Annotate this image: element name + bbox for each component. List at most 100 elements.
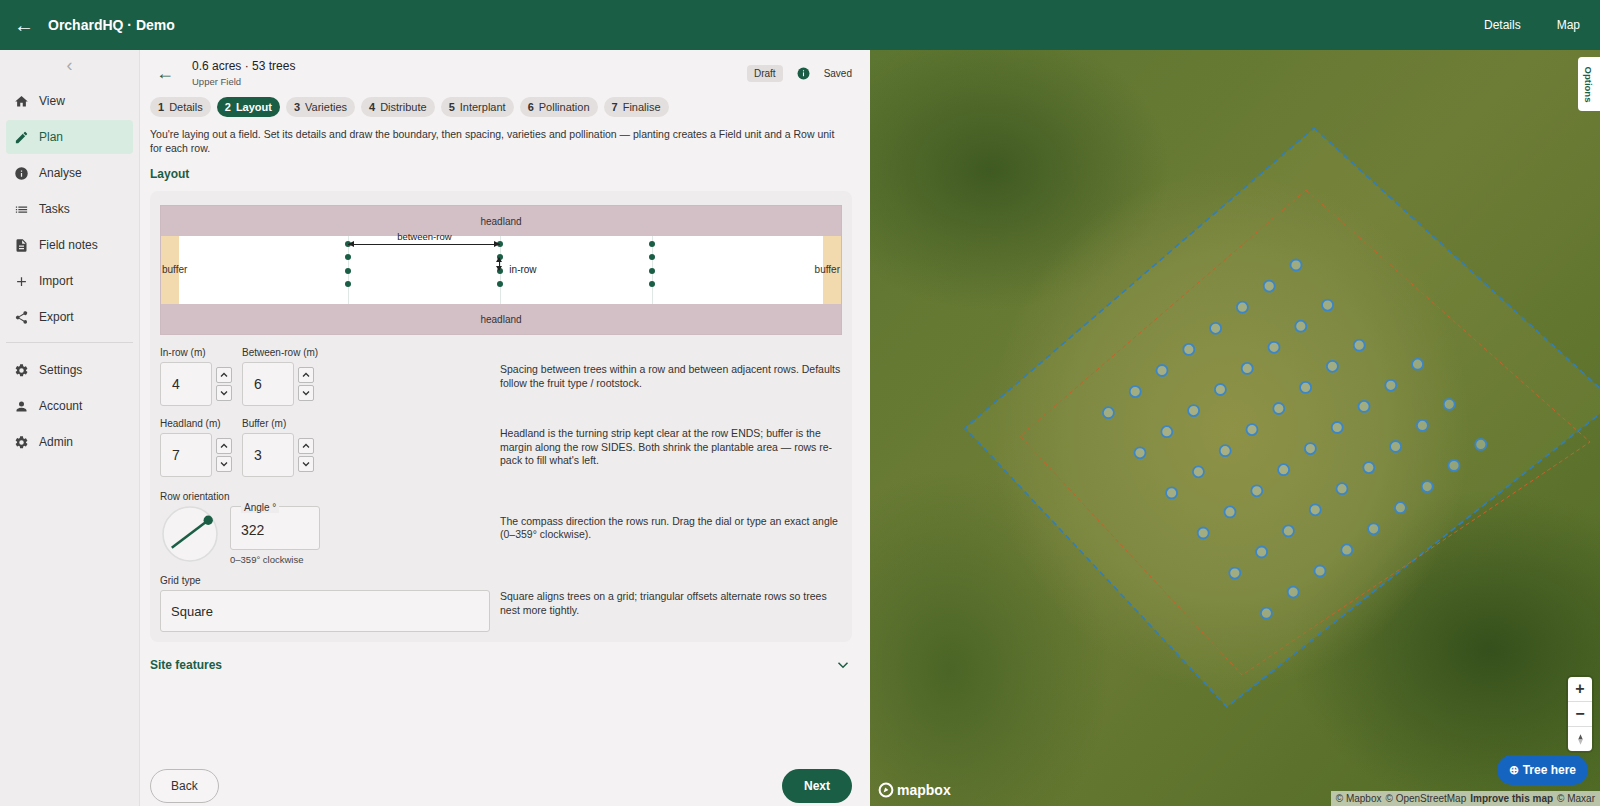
- sidebar-item[interactable]: Settings: [6, 353, 133, 387]
- angle-input[interactable]: Angle °322: [230, 506, 320, 550]
- tree-marker[interactable]: [1337, 483, 1348, 494]
- tree-here-button[interactable]: ⊕Tree here: [1497, 755, 1588, 785]
- back-arrow-icon[interactable]: ←: [156, 63, 178, 84]
- tree-marker[interactable]: [1354, 340, 1365, 351]
- next-button[interactable]: Next: [782, 769, 852, 803]
- map-view[interactable]: Options+−⊕Tree heremapbox© Mapbox© OpenS…: [870, 50, 1600, 806]
- tree-marker[interactable]: [1444, 399, 1455, 410]
- site-features-toggle[interactable]: Site features: [150, 656, 852, 674]
- sidebar-item[interactable]: Import: [6, 264, 133, 298]
- tree-marker[interactable]: [1198, 528, 1209, 539]
- in-row-label: in-row: [509, 264, 536, 275]
- tree-marker[interactable]: [1295, 321, 1306, 332]
- step-tab[interactable]: 6Pollination: [520, 97, 598, 117]
- tree-marker[interactable]: [1264, 281, 1275, 292]
- increment-button[interactable]: [298, 367, 314, 383]
- sidebar-item[interactable]: Field notes: [6, 228, 133, 262]
- tree-marker[interactable]: [1157, 365, 1168, 376]
- decrement-button[interactable]: [298, 385, 314, 401]
- top-nav-link[interactable]: Map: [1557, 18, 1580, 32]
- number-input[interactable]: 4: [160, 362, 212, 406]
- tree-marker[interactable]: [1247, 424, 1258, 435]
- step-tab[interactable]: 5Interplant: [441, 97, 514, 117]
- tree-marker[interactable]: [1341, 544, 1352, 555]
- tree-marker[interactable]: [1273, 403, 1284, 414]
- tree-marker[interactable]: [1278, 464, 1289, 475]
- sidebar-item[interactable]: Analyse: [6, 156, 133, 190]
- collapse-button[interactable]: ‹: [6, 56, 133, 78]
- tree-marker[interactable]: [1288, 587, 1299, 598]
- sidebar-item[interactable]: Tasks: [6, 192, 133, 226]
- tree-marker[interactable]: [1363, 462, 1374, 473]
- tree-marker[interactable]: [1291, 260, 1302, 271]
- decrement-button[interactable]: [216, 456, 232, 472]
- sidebar-item[interactable]: Plan: [6, 120, 133, 154]
- increment-button[interactable]: [298, 438, 314, 454]
- orientation-dial[interactable]: [162, 506, 218, 562]
- step-tab[interactable]: 1Details: [150, 97, 211, 117]
- decrement-button[interactable]: [216, 385, 232, 401]
- tree-marker[interactable]: [1390, 441, 1401, 452]
- step-tab[interactable]: 3Varieties: [286, 97, 355, 117]
- tree-marker[interactable]: [1229, 568, 1240, 579]
- tree-marker[interactable]: [1359, 401, 1370, 412]
- tree-marker[interactable]: [1251, 485, 1262, 496]
- tree-marker[interactable]: [1385, 380, 1396, 391]
- tree-marker[interactable]: [1183, 344, 1194, 355]
- tree-marker[interactable]: [1283, 525, 1294, 536]
- tree-marker[interactable]: [1261, 608, 1272, 619]
- number-input[interactable]: 6: [242, 362, 294, 406]
- tree-marker[interactable]: [1332, 422, 1343, 433]
- tree-marker[interactable]: [1368, 523, 1379, 534]
- back-button[interactable]: Back: [150, 769, 219, 803]
- tree-marker[interactable]: [1315, 566, 1326, 577]
- tree-marker[interactable]: [1475, 439, 1486, 450]
- tree-marker[interactable]: [1269, 342, 1280, 353]
- field-boundary[interactable]: [965, 128, 1600, 707]
- tree-marker[interactable]: [1256, 547, 1267, 558]
- decrement-button[interactable]: [298, 456, 314, 472]
- number-input[interactable]: 3: [242, 433, 294, 477]
- sidebar-item[interactable]: View: [6, 84, 133, 118]
- grid-type-select[interactable]: Square: [160, 590, 490, 632]
- tree-marker[interactable]: [1449, 460, 1460, 471]
- top-nav-link[interactable]: Details: [1484, 18, 1521, 32]
- tree-marker[interactable]: [1130, 386, 1141, 397]
- tree-marker[interactable]: [1161, 426, 1172, 437]
- compass-button[interactable]: [1568, 727, 1592, 751]
- back-arrow-icon[interactable]: ←: [14, 14, 34, 37]
- tree-marker[interactable]: [1237, 302, 1248, 313]
- step-tab[interactable]: 2Layout: [217, 97, 280, 117]
- sidebar-item[interactable]: Account: [6, 389, 133, 423]
- tree-marker[interactable]: [1395, 502, 1406, 513]
- tree-marker[interactable]: [1322, 300, 1333, 311]
- info-icon[interactable]: [797, 67, 810, 80]
- tree-marker[interactable]: [1417, 420, 1428, 431]
- tree-marker[interactable]: [1215, 384, 1226, 395]
- number-input[interactable]: 7: [160, 433, 212, 477]
- sidebar-item[interactable]: Admin: [6, 425, 133, 459]
- zoom-button[interactable]: +: [1568, 677, 1592, 702]
- tree-marker[interactable]: [1188, 405, 1199, 416]
- tree-marker[interactable]: [1135, 447, 1146, 458]
- tree-marker[interactable]: [1242, 363, 1253, 374]
- step-tab[interactable]: 4Distribute: [361, 97, 435, 117]
- tree-marker[interactable]: [1300, 382, 1311, 393]
- increment-button[interactable]: [216, 438, 232, 454]
- tree-marker[interactable]: [1412, 359, 1423, 370]
- step-tab[interactable]: 7Finalise: [604, 97, 669, 117]
- tree-marker[interactable]: [1210, 323, 1221, 334]
- tree-marker[interactable]: [1193, 466, 1204, 477]
- sidebar-item[interactable]: Export: [6, 300, 133, 334]
- tree-marker[interactable]: [1225, 506, 1236, 517]
- tree-marker[interactable]: [1166, 487, 1177, 498]
- tree-marker[interactable]: [1310, 504, 1321, 515]
- tree-marker[interactable]: [1422, 481, 1433, 492]
- tree-marker[interactable]: [1305, 443, 1316, 454]
- tree-marker[interactable]: [1220, 445, 1231, 456]
- zoom-button[interactable]: −: [1568, 702, 1592, 727]
- tree-marker[interactable]: [1327, 361, 1338, 372]
- options-tab[interactable]: Options: [1578, 57, 1600, 111]
- tree-marker[interactable]: [1103, 407, 1114, 418]
- increment-button[interactable]: [216, 367, 232, 383]
